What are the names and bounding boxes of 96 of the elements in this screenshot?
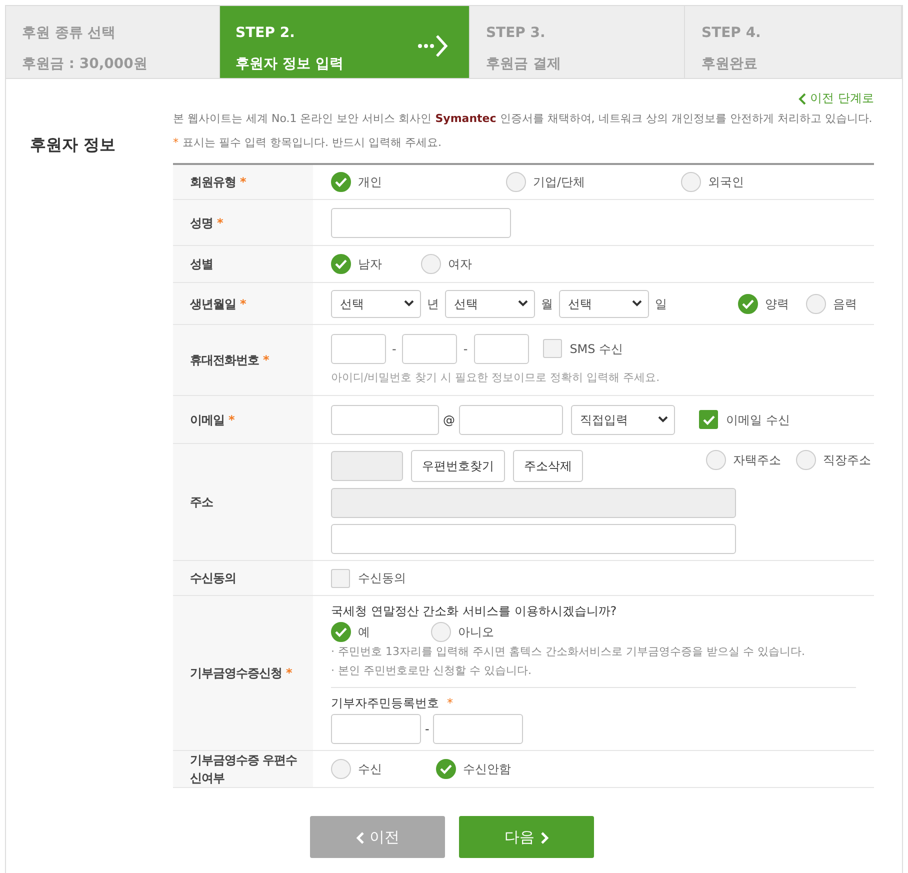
input-field[interactable] xyxy=(402,334,458,364)
radio-button[interactable] xyxy=(681,172,701,192)
caret-icon xyxy=(658,416,668,423)
separator-label: - xyxy=(463,340,468,358)
section-title: 후원자 정보 xyxy=(30,135,116,154)
separator-label: - xyxy=(392,340,396,358)
input-field[interactable] xyxy=(331,404,439,434)
radio-button[interactable] xyxy=(436,759,456,779)
unit-label: 년 xyxy=(427,296,439,312)
step-tab[interactable]: STEP 4. 후원완료 xyxy=(685,6,902,78)
radio-button[interactable] xyxy=(431,622,451,642)
field-label: 이메일 * xyxy=(173,396,313,443)
field-label: 기부금영수증신청 * xyxy=(173,596,313,750)
field-label: 주소 xyxy=(173,444,313,560)
checkbox-label: SMS 수신 xyxy=(570,340,624,358)
question-text: 국세청 연말정산 간소화 서비스를 이용하시겠습니까? xyxy=(331,603,618,620)
required-mark: * xyxy=(240,174,246,191)
field-label: 성별 xyxy=(173,246,313,282)
required-mark: * xyxy=(228,412,234,428)
unit-label: 일 xyxy=(655,296,667,312)
checkbox-label: 이메일 수신 xyxy=(726,412,790,428)
checkbox[interactable] xyxy=(331,568,350,588)
note-text: · 주민번호 13자리를 입력해 주시면 홈텍스 간소화서비스로 기부금영수증을 받으실 수 있습니다. xyxy=(331,644,806,660)
option-label: 남자 xyxy=(358,256,382,273)
option-label: 외국인 xyxy=(708,174,744,191)
required-note: 표시는 필수 입력 항목입니다. 반드시 입력해 주세요. xyxy=(182,135,442,151)
field-label: 생년월일 * xyxy=(173,283,313,324)
caret-icon xyxy=(404,300,414,307)
required-mark: * xyxy=(240,296,246,312)
input-field[interactable] xyxy=(474,334,529,364)
check-icon xyxy=(742,298,754,308)
option-label: 아니오 xyxy=(458,624,494,641)
option-label: 기업/단체 xyxy=(533,174,586,191)
field-label: 수신동의 xyxy=(173,561,313,595)
check-icon xyxy=(702,414,714,424)
option-label: 여자 xyxy=(448,256,472,273)
option-label: 개인 xyxy=(358,174,382,191)
select-field[interactable]: 직접입력 xyxy=(571,404,675,434)
select-field[interactable]: 선택 xyxy=(559,290,649,318)
check-icon xyxy=(440,764,452,774)
option-label: 수신안함 xyxy=(463,761,511,778)
step-tab[interactable]: STEP 2. 후원자 정보 입력 xyxy=(220,6,470,78)
required-mark: * xyxy=(286,665,292,682)
input-field[interactable] xyxy=(433,714,524,744)
input-field[interactable] xyxy=(331,524,736,554)
check-icon xyxy=(335,177,347,187)
option-label: 직장주소 xyxy=(823,452,871,469)
note-text: · 본인 주민번호로만 신청할 수 있습니다. xyxy=(331,662,532,678)
field-label: 휴대전화번호 * xyxy=(173,325,313,395)
radio-button[interactable] xyxy=(331,254,351,274)
radio-button[interactable] xyxy=(796,450,816,470)
field-label: 기부금영수증 우편수신여부 xyxy=(173,751,313,787)
previous-button[interactable]: 이전 xyxy=(310,816,445,858)
radio-button[interactable] xyxy=(331,622,351,642)
radio-button[interactable] xyxy=(706,450,726,470)
step-tab[interactable]: STEP 3. 후원금 결제 xyxy=(470,6,686,78)
option-label: 자택주소 xyxy=(733,452,781,469)
radio-button[interactable] xyxy=(738,294,758,314)
checkbox[interactable] xyxy=(542,339,562,358)
radio-button[interactable] xyxy=(421,254,441,274)
option-label: 예 xyxy=(358,624,370,641)
check-icon xyxy=(335,259,347,269)
caret-icon xyxy=(632,300,642,307)
field-label: 성명 * xyxy=(173,200,313,245)
radio-button[interactable] xyxy=(506,172,526,192)
select-field[interactable]: 선택 xyxy=(445,290,535,318)
required-mark: * xyxy=(173,135,178,151)
next-button[interactable]: 다음 xyxy=(459,816,594,858)
input-field[interactable] xyxy=(331,714,421,744)
hint-text: 아이디/비밀번호 찾기 시 필요한 정보이므로 정확히 입력해 주세요. xyxy=(331,370,661,386)
unit-label: 월 xyxy=(541,296,553,312)
input-field[interactable] xyxy=(459,404,563,434)
at-sign: @ xyxy=(443,412,455,428)
radio-button[interactable] xyxy=(331,759,351,779)
option-label: 음력 xyxy=(833,296,857,312)
radio-button[interactable] xyxy=(806,294,826,314)
id-number-label: 기부자주민등록번호 xyxy=(331,695,439,712)
caret-icon xyxy=(518,300,528,307)
required-mark: * xyxy=(447,695,453,712)
checkbox-label: 수신동의 xyxy=(358,570,406,587)
radio-button[interactable] xyxy=(331,172,351,192)
separator-label: - xyxy=(425,721,430,738)
checkbox[interactable] xyxy=(699,410,718,429)
address-button[interactable]: 주소삭제 xyxy=(513,450,583,482)
check-icon xyxy=(335,627,347,637)
select-field[interactable]: 선택 xyxy=(331,290,421,318)
required-mark: * xyxy=(263,352,269,369)
input-field[interactable] xyxy=(331,334,386,364)
security-notice: 본 웹사이트는 세계 No.1 온라인 보안 서비스 회사인 Symantec 인증서를 채택하여, 네트워크 상의 개인정보를 안전하게 처리하고 있습니다. xyxy=(173,111,874,127)
field-label: 회원유형 * xyxy=(173,165,313,199)
required-mark: * xyxy=(217,214,223,232)
option-label: 양력 xyxy=(765,296,789,312)
back-link[interactable]: 이전 단계로 xyxy=(798,89,874,107)
option-label: 수신 xyxy=(358,761,382,778)
input-field[interactable] xyxy=(331,208,511,238)
address-button[interactable]: 우편번호찾기 xyxy=(411,450,505,482)
